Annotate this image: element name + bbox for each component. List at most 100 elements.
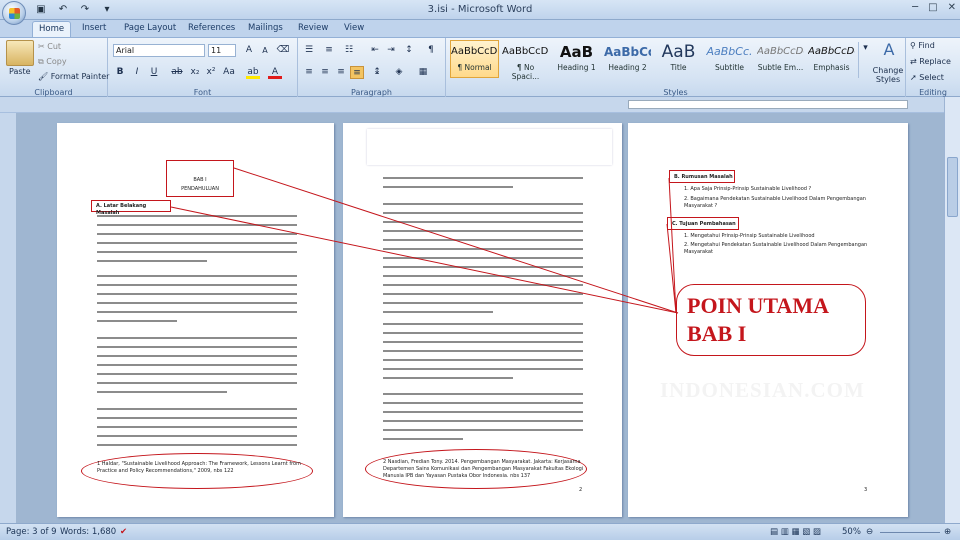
shading-icon[interactable]: ◈ xyxy=(392,66,406,79)
tab-page-layout[interactable]: Page Layout xyxy=(118,21,182,37)
body-text-line xyxy=(97,224,297,226)
font-color-icon[interactable]: A xyxy=(268,66,282,79)
bold-icon[interactable]: B xyxy=(113,66,127,79)
tab-view[interactable]: View xyxy=(338,21,370,37)
change-case-icon[interactable]: Aa xyxy=(222,66,236,79)
rumusan-item-1: 1. Apa Saja Prinsip-Prinsip Sustainable … xyxy=(684,186,812,192)
sort-icon[interactable]: ↕ xyxy=(402,44,416,57)
horizontal-ruler[interactable] xyxy=(0,97,960,113)
highlight-icon[interactable]: ab xyxy=(246,66,260,79)
body-text-line xyxy=(97,373,297,375)
body-text-line xyxy=(97,417,297,419)
change-styles-icon[interactable]: A xyxy=(872,40,906,59)
page-1[interactable]: BAB I PENDAHULUAN A. Latar Belakang Masa… xyxy=(57,123,334,517)
copy-button[interactable]: ⧉ Copy xyxy=(38,57,67,67)
header-area xyxy=(367,129,612,165)
style-heading-1[interactable]: AaB Heading 1 xyxy=(552,40,601,78)
cut-label: Cut xyxy=(47,42,62,51)
italic-icon[interactable]: I xyxy=(130,66,144,79)
align-left-icon[interactable]: ≡ xyxy=(302,66,316,79)
subscript-icon[interactable]: x₂ xyxy=(188,66,202,79)
superscript-icon[interactable]: x² xyxy=(204,66,218,79)
zoom-in-icon[interactable]: ⊕ xyxy=(944,527,951,537)
style-subtle-emphasis[interactable]: AaBbCcDc Subtle Em... xyxy=(756,40,805,78)
find-button[interactable]: ⚲ Find xyxy=(910,41,935,50)
shrink-font-icon[interactable]: A xyxy=(258,44,272,57)
grow-font-icon[interactable]: A xyxy=(242,44,256,57)
decrease-indent-icon[interactable]: ⇤ xyxy=(368,44,382,57)
tujuan-item-1: 1. Mengetahui Prinsip-Prinsip Sustainabl… xyxy=(684,233,815,239)
underline-icon[interactable]: U xyxy=(147,66,161,79)
vertical-ruler[interactable] xyxy=(0,113,16,523)
show-marks-icon[interactable]: ¶ xyxy=(424,44,438,57)
body-text-line xyxy=(97,346,297,348)
body-text-line xyxy=(383,284,583,286)
style-name: ¶ No Spaci... xyxy=(511,63,540,81)
paste-button[interactable]: Paste xyxy=(9,67,31,76)
proofing-icon[interactable]: ✔ xyxy=(120,527,127,537)
maximize-icon[interactable]: □ xyxy=(928,2,937,13)
style-heading-2[interactable]: AaBbCc Heading 2 xyxy=(603,40,652,78)
line-spacing-icon[interactable]: ↨ xyxy=(370,66,384,79)
align-right-icon[interactable]: ≡ xyxy=(334,66,348,79)
close-icon[interactable]: ✕ xyxy=(948,2,956,13)
body-text-line xyxy=(97,260,207,262)
strikethrough-icon[interactable]: ab xyxy=(170,66,184,79)
chapter-number: BAB I xyxy=(193,177,207,183)
cut-button[interactable]: ✂ Cut xyxy=(38,42,61,51)
style-normal[interactable]: AaBbCcDc ¶ Normal xyxy=(450,40,499,78)
word-count[interactable]: Words: 1,680 xyxy=(60,527,116,537)
title-bar: ▣ ↶ ↷ ▾ 3.isi - Microsoft Word ─ □ ✕ xyxy=(0,0,960,20)
select-button[interactable]: ➚ Select xyxy=(910,73,944,82)
bullets-icon[interactable]: ☰ xyxy=(302,44,316,57)
multilevel-list-icon[interactable]: ☷ xyxy=(342,44,356,57)
body-text-line xyxy=(383,203,583,205)
vertical-scrollbar[interactable] xyxy=(944,97,960,523)
zoom-slider[interactable] xyxy=(880,532,940,533)
page-number: 3 xyxy=(864,487,868,493)
replace-icon: ⇄ xyxy=(910,57,920,66)
font-size-box[interactable]: 11 xyxy=(208,44,236,57)
style-emphasis[interactable]: AaBbCcDc Emphasis xyxy=(807,40,856,78)
replace-button[interactable]: ⇄ Replace xyxy=(910,57,951,66)
paste-icon[interactable] xyxy=(6,40,34,66)
change-styles-button[interactable]: Change Styles xyxy=(870,66,906,84)
page-2[interactable]: 2 Nasdian, Fredian Tony. 2014. Pengemban… xyxy=(343,123,622,517)
style-name: Heading 1 xyxy=(557,63,596,72)
body-text-line xyxy=(97,251,297,253)
clear-format-icon[interactable]: ⌫ xyxy=(276,44,290,57)
body-text-line xyxy=(97,293,297,295)
office-button[interactable] xyxy=(2,1,26,25)
style-preview: AaB xyxy=(559,43,594,61)
justify-icon[interactable]: ≡ xyxy=(350,66,364,79)
body-text-line xyxy=(97,355,297,357)
minimize-icon[interactable]: ─ xyxy=(912,2,918,13)
body-text-line xyxy=(97,337,297,339)
window-title: 3.isi - Microsoft Word xyxy=(427,4,533,15)
increase-indent-icon[interactable]: ⇥ xyxy=(384,44,398,57)
style-subtitle[interactable]: AaBbCc. Subtitle xyxy=(705,40,754,78)
rumusan-heading: B. Rumusan Masalah xyxy=(674,174,733,180)
tab-review[interactable]: Review xyxy=(292,21,334,37)
font-name-box[interactable]: Arial xyxy=(113,44,205,57)
body-text-line xyxy=(97,320,177,322)
style-no-spacing[interactable]: AaBbCcDc ¶ No Spaci... xyxy=(501,40,550,81)
format-painter-button[interactable]: 🖌 Format Painter xyxy=(38,72,109,81)
body-text-line xyxy=(97,284,297,286)
tab-home[interactable]: Home xyxy=(32,21,72,37)
tab-references[interactable]: References xyxy=(182,21,241,37)
style-title[interactable]: AaB Title xyxy=(654,40,703,78)
zoom-level[interactable]: 50% xyxy=(842,527,861,537)
view-buttons-icon[interactable]: ▤ ▥ ▦ ▧ ▨ xyxy=(770,527,821,537)
tab-mailings[interactable]: Mailings xyxy=(242,21,289,37)
brush-icon: 🖌 xyxy=(38,72,51,81)
align-center-icon[interactable]: ≡ xyxy=(318,66,332,79)
zoom-out-icon[interactable]: ⊖ xyxy=(866,527,873,537)
page-count[interactable]: Page: 3 of 9 xyxy=(6,527,57,537)
tab-insert[interactable]: Insert xyxy=(76,21,112,37)
borders-icon[interactable]: ▦ xyxy=(416,66,430,79)
numbering-icon[interactable]: ≡ xyxy=(322,44,336,57)
body-text-line xyxy=(383,275,583,277)
scroll-thumb[interactable] xyxy=(947,157,958,217)
font-label: Font xyxy=(193,88,212,97)
